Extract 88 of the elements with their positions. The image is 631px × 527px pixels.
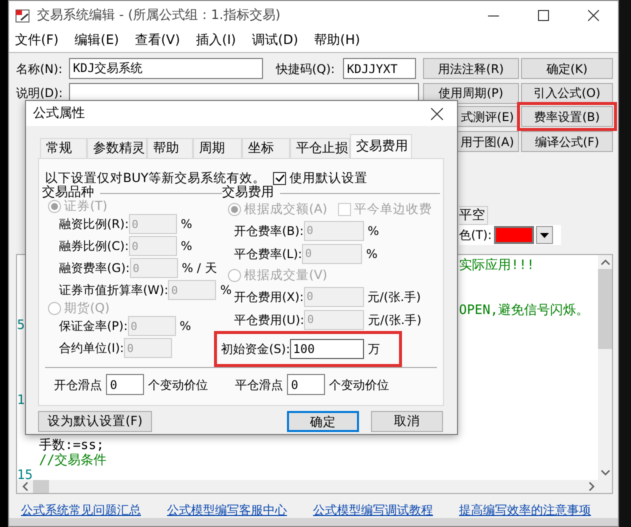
input-field[interactable]: 0 xyxy=(287,374,325,395)
field-label: 保证金率(P): xyxy=(59,318,128,335)
menu-item[interactable]: 编辑(E) xyxy=(74,31,127,51)
side-button[interactable]: 用法注释(R) xyxy=(423,58,519,79)
unit-label: % xyxy=(180,238,192,255)
menu-item[interactable]: 帮助(H) xyxy=(314,31,368,51)
tab[interactable]: 坐标 xyxy=(242,138,290,158)
dialog-button[interactable]: 设为默认设置(F) xyxy=(38,411,152,432)
field-label: 色(T): xyxy=(459,227,492,244)
close-icon xyxy=(588,10,598,21)
field-label: 融券比例(C): xyxy=(59,238,129,255)
code-comment: //交易条件 xyxy=(39,453,107,468)
unit-label: % xyxy=(180,318,192,335)
field-label: 名称(N): xyxy=(16,60,64,78)
dialog-title: 公式属性 xyxy=(33,104,86,123)
check-icon xyxy=(274,174,285,182)
window-title: 交易系统编辑 - (所属公式组：1.指标交易) xyxy=(37,6,282,25)
close-icon xyxy=(431,108,443,120)
unit-label: 元/(张.手) xyxy=(368,312,422,328)
unit-label: % xyxy=(180,216,192,233)
unit-label: 元/(张.手) xyxy=(368,288,421,306)
maximize-icon xyxy=(538,10,548,21)
field-label: 开仓滑点 xyxy=(54,376,102,394)
scroll-right-icon xyxy=(589,482,595,491)
field-label: 融资比例(R): xyxy=(59,216,129,233)
help-link[interactable]: 公式系统常见问题汇总 xyxy=(21,503,141,517)
style-tab[interactable]: 平空 xyxy=(459,206,488,225)
code-line: 手数:=ss; xyxy=(39,438,104,453)
help-link[interactable]: 公式模型编写客服中心 xyxy=(167,503,287,517)
field-label: 平仓费用(U): xyxy=(234,312,304,328)
shortcut-field[interactable]: KDJJYXT xyxy=(343,58,416,79)
help-link[interactable]: 公式模型编写调试教程 xyxy=(313,503,433,517)
scrollbar-thumb[interactable] xyxy=(33,480,49,493)
input-field[interactable]: 100 xyxy=(290,339,364,359)
input-field[interactable]: 0 xyxy=(106,374,144,395)
horizontal-scrollbar[interactable] xyxy=(17,480,612,493)
scroll-left-icon xyxy=(22,482,28,491)
unit-label: % xyxy=(368,222,380,240)
group-title: 交易费用 xyxy=(222,184,274,202)
field-label: 融资费率(G): xyxy=(59,260,130,277)
color-swatch[interactable] xyxy=(494,226,534,244)
help-link[interactable]: 提高编写效率的注意事项 xyxy=(459,503,591,517)
scroll-up-icon xyxy=(600,259,610,265)
app-icon xyxy=(15,8,31,24)
side-button[interactable]: 引入公式(O) xyxy=(521,82,613,104)
side-button[interactable]: 编译公式(F) xyxy=(521,131,613,152)
field-label: 开仓费率(B): xyxy=(234,222,304,240)
tab[interactable]: 平仓止损 xyxy=(290,138,350,158)
field-label: 快捷码(Q): xyxy=(276,60,336,78)
unit-label: % xyxy=(366,246,378,262)
tab[interactable]: 常规 xyxy=(40,138,87,158)
menu-item[interactable]: 文件(F) xyxy=(15,31,67,51)
tab[interactable]: 参数精灵 xyxy=(87,138,147,158)
field-label: 平仓费率(L): xyxy=(234,246,302,262)
code-comment: 实际应用!!! xyxy=(459,258,534,273)
dropdown-button[interactable] xyxy=(536,226,553,244)
menu-item[interactable]: 查看(V) xyxy=(134,31,188,51)
menu-item[interactable]: 调试(D) xyxy=(252,31,306,51)
unit-label: % xyxy=(220,282,232,299)
field-label: 证券市值折算率(W): xyxy=(59,282,168,299)
code-comment: OPEN,避免信号闪烁。 xyxy=(459,303,590,318)
tab[interactable]: 周期 xyxy=(193,138,242,158)
checkbox[interactable]: 使用默认设置 xyxy=(273,168,368,188)
line-number: 15 xyxy=(17,468,33,480)
field-label: 初始资金(S): xyxy=(221,341,290,358)
note-text: 以下设置仅对BUY等新交易系统有效。 xyxy=(45,168,266,185)
unit-label: 个变动价位 xyxy=(329,376,389,394)
scrollbar-thumb[interactable] xyxy=(598,269,612,349)
tab[interactable]: 帮助 xyxy=(147,138,193,158)
side-button[interactable]: 确定(K) xyxy=(521,58,613,79)
scroll-down-icon xyxy=(600,470,610,476)
field-label: 合约单位(I): xyxy=(59,340,124,357)
tab[interactable]: 交易费用 xyxy=(350,134,412,158)
caret-icon xyxy=(540,232,549,238)
name-field[interactable]: KDJ交易系统 xyxy=(69,58,263,79)
unit-label: 万 xyxy=(368,341,380,358)
unit-label: % / 天 xyxy=(182,260,217,277)
line-number: 1 xyxy=(17,393,25,408)
dialog-button[interactable]: 确定 xyxy=(287,411,359,432)
field-label: 开仓费用(X): xyxy=(234,288,304,306)
field-label: 说明(D): xyxy=(16,85,64,102)
dialog-button[interactable]: 取消 xyxy=(371,411,443,432)
menu-item[interactable]: 插入(I) xyxy=(196,31,244,51)
line-number: 5 xyxy=(17,318,25,333)
field-label: 平仓滑点 xyxy=(235,376,283,394)
unit-label: 个变动价位 xyxy=(148,376,208,394)
vertical-scrollbar[interactable] xyxy=(598,255,612,480)
side-button[interactable]: 使用周期(P) xyxy=(423,82,519,104)
